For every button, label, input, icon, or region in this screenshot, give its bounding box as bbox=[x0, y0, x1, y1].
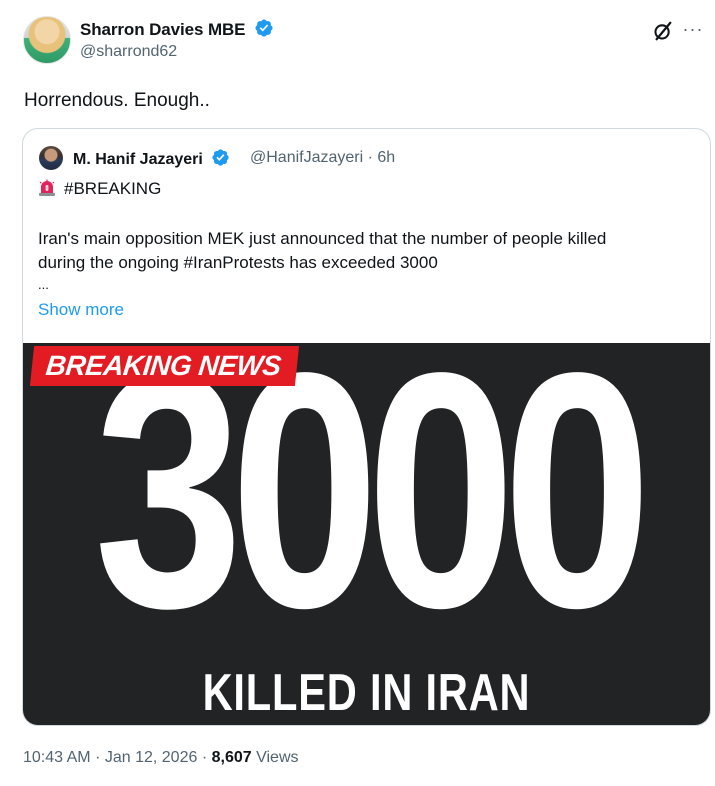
death-toll-number: 3000 bbox=[93, 343, 652, 677]
breaking-line: #BREAKING bbox=[38, 177, 161, 201]
quoted-handle-time[interactable]: @HanifJazayeri · 6h bbox=[250, 149, 395, 167]
tweet-time[interactable]: 10:43 AM bbox=[23, 749, 91, 766]
breaking-news-image[interactable]: 3000 BREAKING NEWS KILLED IN IRAN PROTES… bbox=[23, 343, 710, 725]
tweet-meta: 10:43 AM · Jan 12, 2026 · 8,607 Views bbox=[23, 749, 299, 767]
siren-emoji-icon bbox=[39, 179, 55, 196]
quoted-text-line-2: during the ongoing #IranProtests has exc… bbox=[38, 253, 438, 272]
verified-badge-icon bbox=[212, 149, 229, 166]
tweet-text: Horrendous. Enough.. bbox=[24, 90, 210, 111]
author-name[interactable]: Sharron Davies MBE bbox=[80, 20, 246, 39]
breaking-hashtag[interactable]: #BREAKING bbox=[64, 179, 161, 198]
quoted-text-line-1: Iran's main opposition MEK just announce… bbox=[38, 229, 607, 248]
quoted-author-avatar[interactable] bbox=[39, 146, 63, 170]
meta-separator: · bbox=[95, 749, 101, 766]
quoted-text-ellipsis: ... bbox=[38, 277, 49, 292]
views-count: 8,607 bbox=[211, 749, 252, 766]
author-avatar[interactable] bbox=[23, 16, 71, 64]
image-headline: KILLED IN IRAN PROTESTS bbox=[202, 664, 531, 725]
tweet-date[interactable]: Jan 12, 2026 bbox=[105, 749, 198, 766]
views-label: Views bbox=[256, 749, 299, 766]
meta-separator: · bbox=[201, 749, 208, 766]
show-more-link[interactable]: Show more bbox=[38, 300, 124, 320]
grok-icon[interactable] bbox=[652, 20, 674, 42]
quoted-tweet-card[interactable]: M. Hanif Jazayeri @HanifJazayeri · 6h #B… bbox=[22, 128, 711, 726]
author-name-row[interactable]: Sharron Davies MBE bbox=[80, 18, 274, 40]
more-icon[interactable]: ··· bbox=[681, 17, 705, 41]
breaking-news-banner: BREAKING NEWS bbox=[29, 346, 299, 386]
verified-badge-icon bbox=[255, 19, 273, 37]
quoted-author-name[interactable]: M. Hanif Jazayeri bbox=[73, 151, 203, 168]
quoted-author-name-row[interactable]: M. Hanif Jazayeri bbox=[73, 148, 230, 169]
author-handle[interactable]: @sharrond62 bbox=[80, 43, 177, 61]
